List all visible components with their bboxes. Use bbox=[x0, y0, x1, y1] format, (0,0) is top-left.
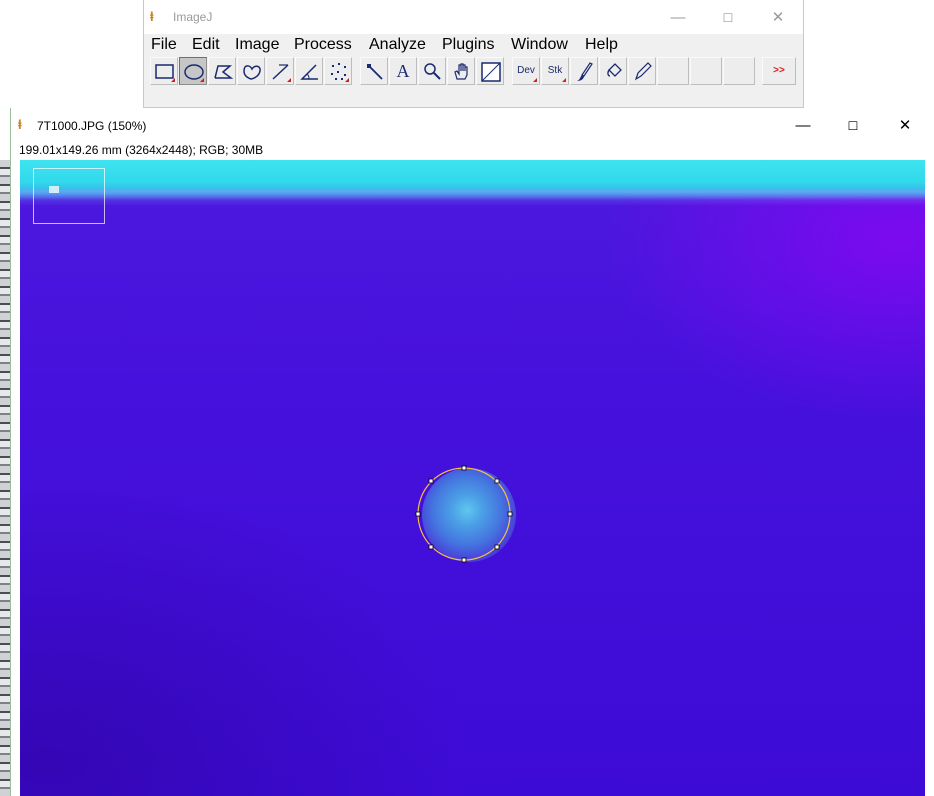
roi-handle-bottom-left[interactable] bbox=[428, 544, 434, 550]
pencil-icon bbox=[634, 62, 652, 81]
options-triangle-icon bbox=[287, 78, 291, 82]
developer-menu-button[interactable]: Dev bbox=[512, 57, 540, 85]
oval-tool-button[interactable] bbox=[179, 57, 207, 85]
roi-handle-top[interactable] bbox=[461, 465, 467, 471]
imagej-microscope-icon: ⱡ bbox=[18, 117, 22, 132]
roi-handle-top-right[interactable] bbox=[494, 478, 500, 484]
brush-icon bbox=[577, 62, 593, 81]
menu-file[interactable]: File bbox=[151, 35, 177, 55]
image-maximize-button[interactable]: ☐ bbox=[833, 114, 873, 138]
straight-line-tool-button[interactable] bbox=[266, 57, 294, 85]
freehand-icon bbox=[243, 65, 261, 80]
imagej-main-window: ⱡ ImageJ — ☐ ✕ File Edit Image Process A… bbox=[143, 0, 804, 108]
color-picker-tool-button[interactable] bbox=[476, 57, 504, 85]
angle-icon bbox=[300, 64, 318, 80]
roi-handle-top-left[interactable] bbox=[428, 478, 434, 484]
imagej-titlebar: ⱡ ImageJ — ☐ ✕ bbox=[144, 0, 803, 34]
menu-analyze[interactable]: Analyze bbox=[369, 35, 426, 55]
freehand-tool-button[interactable] bbox=[237, 57, 265, 85]
angle-tool-button[interactable] bbox=[295, 57, 323, 85]
minimize-button[interactable]: — bbox=[658, 6, 698, 30]
image-info-line: 199.01x149.26 mm (3264x2448); RGB; 30MB bbox=[19, 143, 264, 157]
image-window-titlebar: ⱡ 7T1000.JPG (150%) — ☐ ✕ bbox=[11, 108, 934, 140]
options-triangle-icon bbox=[345, 78, 349, 82]
empty-tool-slot-3[interactable] bbox=[723, 57, 755, 85]
imagej-toolbar: A Dev Stk >> bbox=[150, 57, 800, 86]
menu-process[interactable]: Process bbox=[294, 35, 352, 55]
roi-handle-bottom-right[interactable] bbox=[494, 544, 500, 550]
wand-tool-button[interactable] bbox=[360, 57, 388, 85]
oval-roi-overlay[interactable] bbox=[20, 160, 925, 796]
magnifying-glass-icon bbox=[424, 63, 441, 80]
hand-icon bbox=[454, 63, 468, 80]
roi-handle-left[interactable] bbox=[415, 511, 421, 517]
image-minimize-button[interactable]: — bbox=[783, 114, 823, 138]
imagej-status-bar bbox=[144, 90, 803, 106]
maximize-button[interactable]: ☐ bbox=[708, 6, 748, 30]
text-tool-button[interactable]: A bbox=[389, 57, 417, 85]
close-button[interactable]: ✕ bbox=[758, 6, 798, 30]
image-window: ⱡ 7T1000.JPG (150%) — ☐ ✕ 199.01x149.26 … bbox=[10, 108, 934, 796]
roi-handle-right[interactable] bbox=[507, 511, 513, 517]
options-triangle-icon bbox=[562, 78, 566, 82]
rectangle-tool-button[interactable] bbox=[150, 57, 178, 85]
double-chevron-right-icon: >> bbox=[773, 65, 785, 76]
empty-tool-slot-1[interactable] bbox=[657, 57, 689, 85]
wand-icon bbox=[367, 64, 383, 80]
options-triangle-icon bbox=[533, 78, 537, 82]
polygon-tool-button[interactable] bbox=[208, 57, 236, 85]
flood-fill-icon bbox=[607, 63, 622, 77]
menu-image[interactable]: Image bbox=[235, 35, 279, 55]
menu-window[interactable]: Window bbox=[511, 35, 568, 55]
magnifying-glass-tool-button[interactable] bbox=[418, 57, 446, 85]
imagej-window-title: ImageJ bbox=[173, 10, 213, 24]
empty-tool-slot-2[interactable] bbox=[690, 57, 722, 85]
scrolling-tool-button[interactable] bbox=[447, 57, 475, 85]
image-window-title: 7T1000.JPG (150%) bbox=[37, 119, 147, 133]
flood-fill-tool-button[interactable] bbox=[599, 57, 627, 85]
brush-tool-button[interactable] bbox=[570, 57, 598, 85]
menu-help[interactable]: Help bbox=[585, 35, 618, 55]
menu-edit[interactable]: Edit bbox=[192, 35, 220, 55]
color-swatch-icon bbox=[481, 62, 501, 82]
stack-menu-button[interactable]: Stk bbox=[541, 57, 569, 85]
imagej-menubar: File Edit Image Process Analyze Plugins … bbox=[144, 34, 803, 56]
image-canvas[interactable] bbox=[20, 160, 925, 796]
menu-plugins[interactable]: Plugins bbox=[442, 35, 494, 55]
more-tools-button[interactable]: >> bbox=[762, 57, 796, 85]
point-tool-button[interactable] bbox=[324, 57, 352, 85]
polygon-icon bbox=[214, 65, 234, 79]
image-close-button[interactable]: ✕ bbox=[885, 114, 925, 138]
options-triangle-icon bbox=[171, 78, 175, 82]
pencil-tool-button[interactable] bbox=[628, 57, 656, 85]
text-icon: A bbox=[396, 61, 410, 81]
options-triangle-icon bbox=[200, 78, 204, 82]
roi-handle-bottom[interactable] bbox=[461, 557, 467, 563]
imagej-microscope-icon: ⱡ bbox=[150, 9, 154, 24]
